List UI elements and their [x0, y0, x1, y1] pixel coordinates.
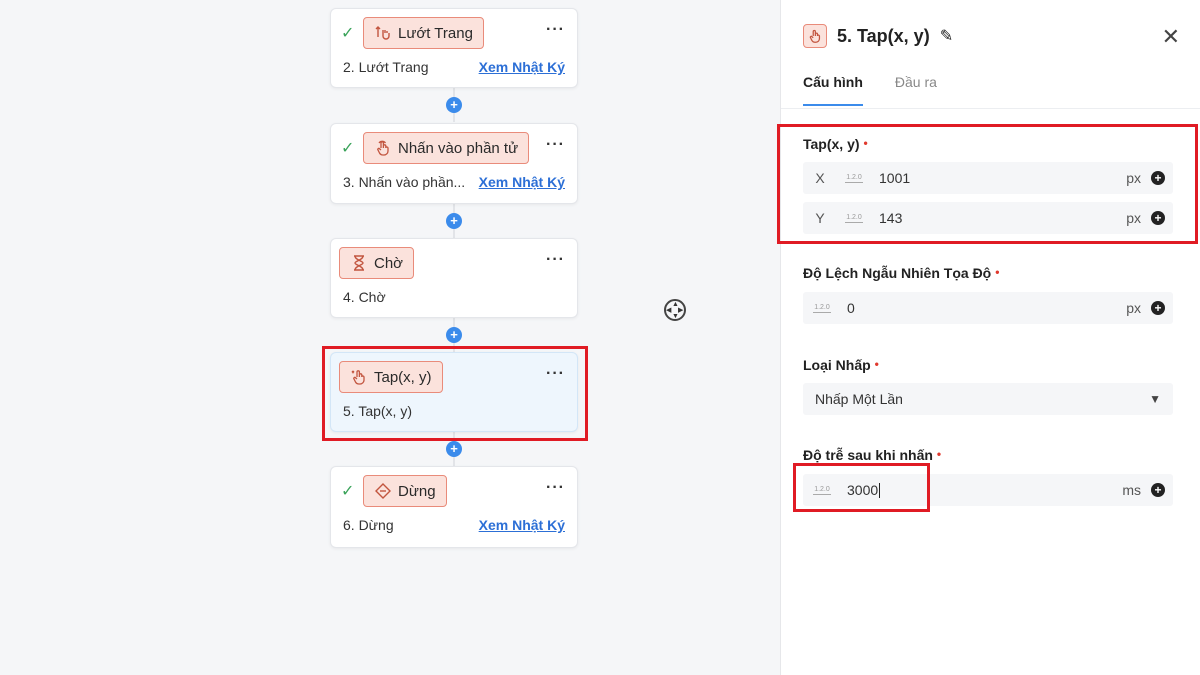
check-icon: ✓ [341, 483, 355, 500]
check-icon: ✓ [341, 140, 355, 157]
required-marker: • [995, 265, 1000, 279]
node-type-label: Dừng [398, 482, 436, 500]
view-log-link[interactable]: Xem Nhật Ký [479, 174, 565, 190]
view-log-link[interactable]: Xem Nhật Ký [479, 59, 565, 75]
number-icon: 1.2.0 [813, 303, 831, 313]
add-step-button[interactable]: + [446, 327, 462, 343]
scroll-icon [375, 26, 390, 40]
hourglass-icon [354, 255, 364, 271]
view-log-link[interactable]: Xem Nhật Ký [479, 517, 565, 533]
highlight-box [793, 463, 930, 512]
offset-input[interactable]: 1.2.0 0 px + [803, 292, 1173, 324]
workflow-node-wait[interactable]: Chờ ··· 4. Chờ [330, 238, 578, 318]
tap-xy-icon [803, 24, 827, 48]
highlight-box [322, 346, 588, 441]
offset-field-label: Độ Lệch Ngẫu Nhiên Tọa Độ • [803, 265, 999, 281]
panel-tabs: Cấu hình Đầu ra [803, 74, 937, 106]
node-type-label: Nhấn vào phần tử [398, 139, 519, 157]
tab-config[interactable]: Cấu hình [803, 74, 863, 106]
required-marker: • [874, 357, 879, 371]
required-marker: • [936, 447, 942, 461]
node-type-pill: Dừng [363, 475, 447, 507]
settings-panel: 5. Tap(x, y) ✎ ✕ Cấu hình Đầu ra Tap(x, … [780, 0, 1200, 675]
node-title: 6. Dừng [343, 517, 394, 533]
add-variable-icon[interactable]: + [1151, 301, 1165, 315]
add-step-button[interactable]: + [446, 97, 462, 113]
workflow-canvas: + + + + ✓ Lướt Trang ··· 2. Lướt Trang X… [0, 0, 780, 675]
edit-pencil-icon[interactable]: ✎ [940, 26, 953, 46]
tabs-divider [781, 108, 1200, 109]
node-title: 4. Chờ [343, 289, 386, 305]
unit-label: px [1126, 300, 1141, 316]
node-menu-button[interactable]: ··· [546, 479, 565, 497]
offset-label-text: Độ Lệch Ngẫu Nhiên Tọa Độ [803, 265, 992, 281]
stop-icon [375, 483, 391, 499]
node-type-pill: Nhấn vào phần tử [363, 132, 530, 164]
delay-label-text: Độ trễ sau khi nhấn [803, 447, 933, 463]
node-type-label: Lướt Trang [398, 24, 473, 42]
workflow-node-scroll[interactable]: ✓ Lướt Trang ··· 2. Lướt Trang Xem Nhật … [330, 8, 578, 88]
node-menu-button[interactable]: ··· [546, 21, 565, 39]
close-icon[interactable]: ✕ [1162, 26, 1180, 48]
unit-label: ms [1122, 482, 1141, 498]
node-type-pill: Chờ [339, 247, 415, 279]
node-menu-button[interactable]: ··· [546, 136, 565, 154]
node-type-label: Chờ [374, 254, 404, 272]
offset-value[interactable]: 0 [839, 300, 1101, 316]
chevron-down-icon: ▼ [1149, 392, 1161, 406]
tap-hand-icon [377, 140, 389, 156]
add-variable-icon[interactable]: + [1151, 483, 1165, 497]
check-icon: ✓ [341, 25, 355, 42]
node-type-pill: Lướt Trang [363, 17, 484, 49]
add-step-button[interactable]: + [446, 441, 462, 457]
panel-title: 5. Tap(x, y) [837, 25, 930, 46]
node-title: 2. Lướt Trang [343, 59, 429, 75]
click-type-select[interactable]: Nhấp Một Lần ▼ [803, 383, 1173, 415]
highlight-box [777, 124, 1198, 244]
node-menu-button[interactable]: ··· [546, 251, 565, 269]
click-type-value: Nhấp Một Lần [815, 391, 903, 407]
click-type-label-text: Loại Nhấp [803, 357, 871, 373]
workflow-node-click-element[interactable]: ✓ Nhấn vào phần tử ··· 3. Nhấn vào phần.… [330, 123, 578, 204]
delay-field-label: Độ trễ sau khi nhấn • [803, 447, 941, 463]
add-step-button[interactable]: + [446, 213, 462, 229]
click-type-field-label: Loại Nhấp • [803, 357, 879, 373]
pan-move-icon[interactable]: ▲ ▼ ◀ ▶ [664, 299, 686, 321]
tab-output[interactable]: Đầu ra [895, 74, 937, 106]
node-title: 3. Nhấn vào phần... [343, 174, 466, 190]
workflow-node-stop[interactable]: ✓ Dừng ··· 6. Dừng Xem Nhật Ký [330, 466, 578, 548]
